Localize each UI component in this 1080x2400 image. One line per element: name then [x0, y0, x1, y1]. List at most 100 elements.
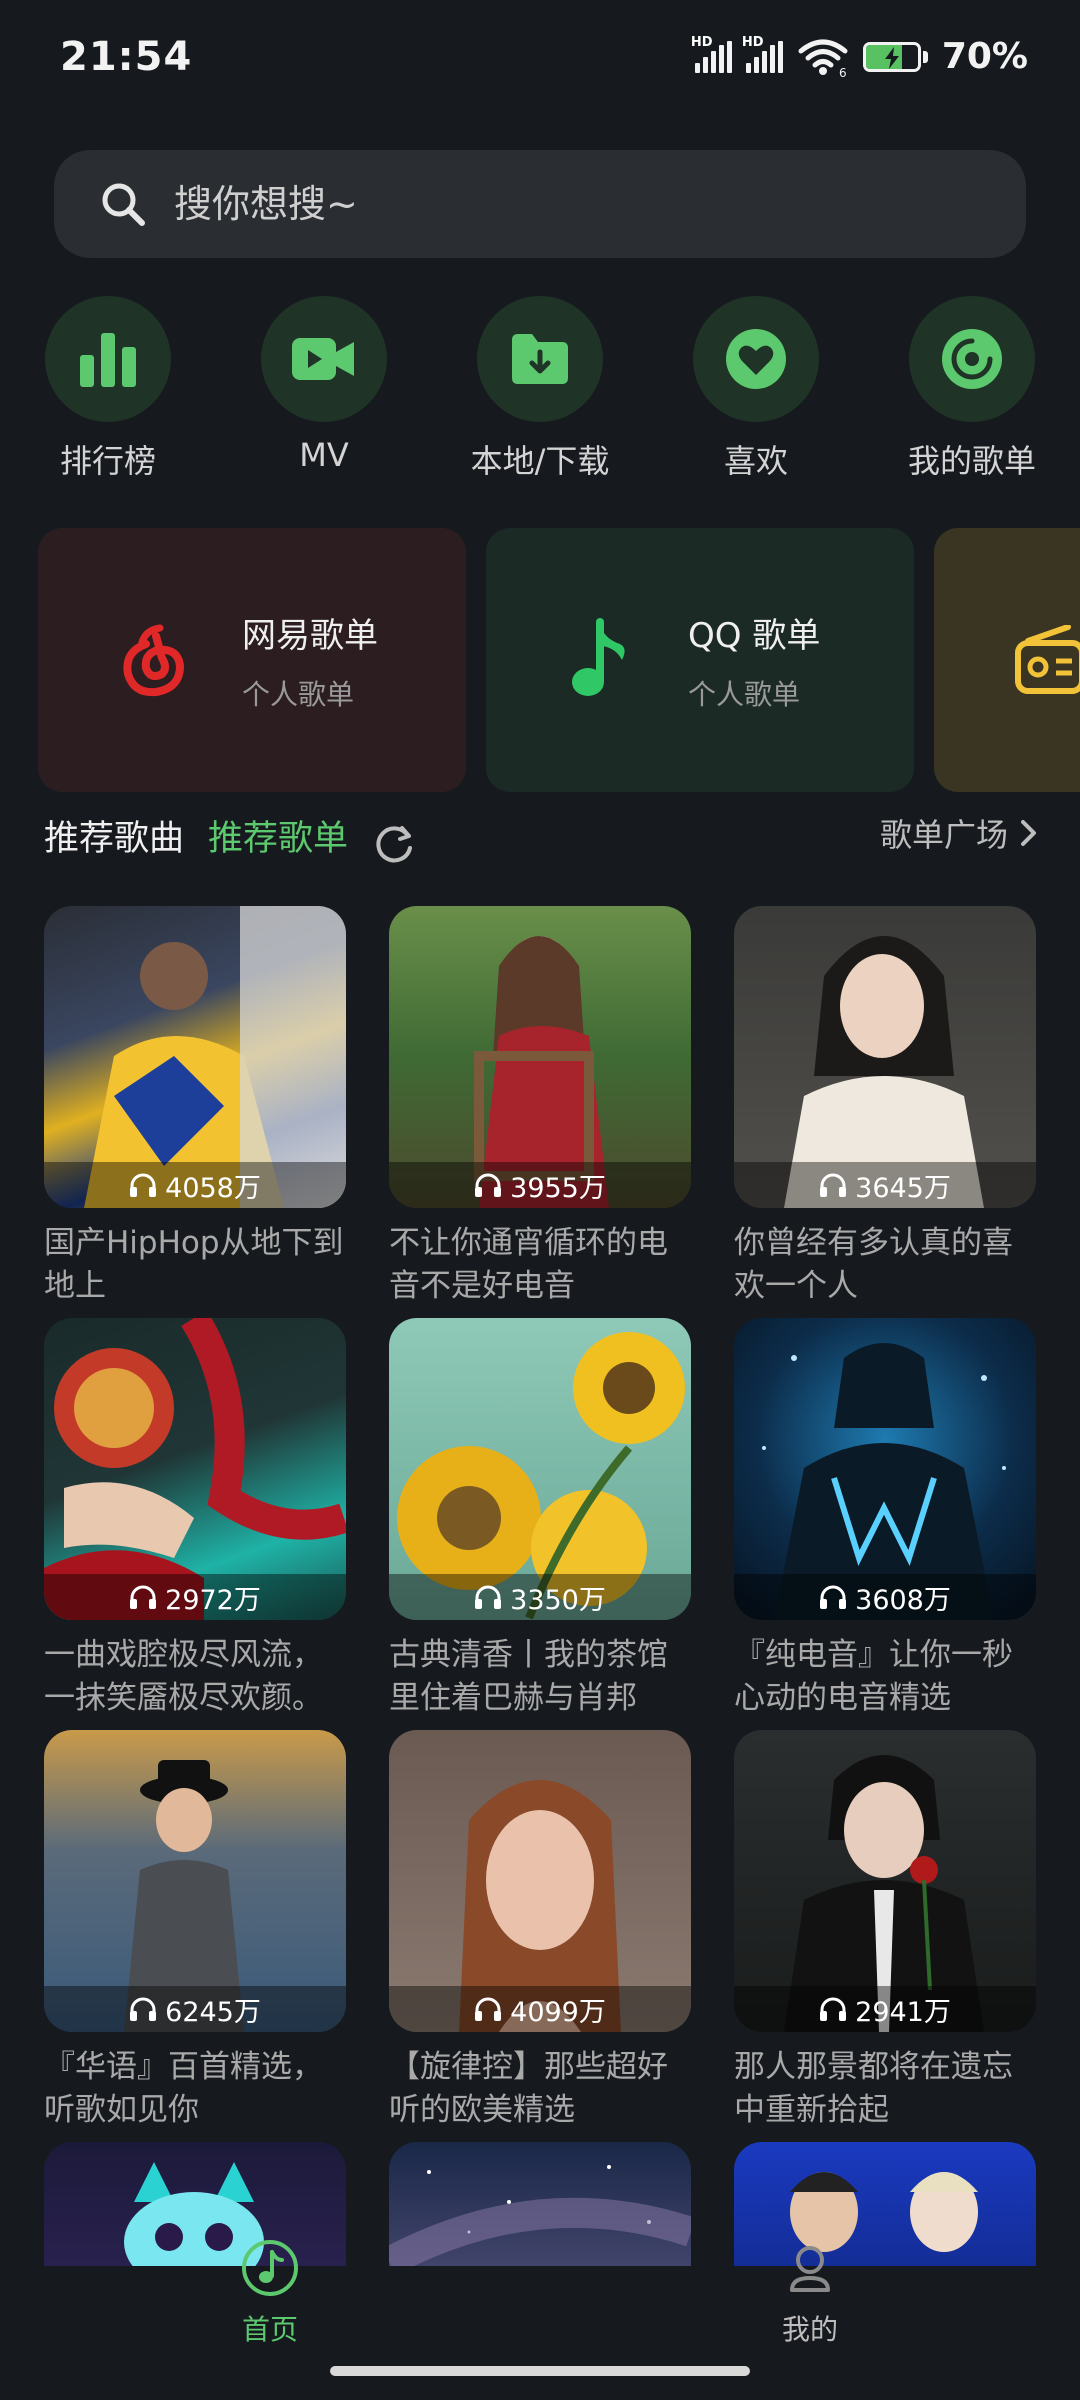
playlist-cover: 3608万 [734, 1318, 1036, 1620]
folder-download-icon [512, 334, 568, 384]
playlist-card[interactable]: 2941万 那人那景都将在遗忘中重新拾起 [734, 1730, 1036, 2132]
quick-label: 排行榜 [59, 442, 156, 480]
playlist-cover: 3645万 [734, 906, 1036, 1208]
playlist-plaza-link[interactable]: 歌单广场 [880, 810, 1038, 856]
chevron-right-icon [1021, 820, 1036, 846]
playlist-title: 国产HipHop从地下到地上 [44, 1225, 344, 1304]
section-header: 推荐歌曲 推荐歌单 歌单广场 [0, 810, 1080, 870]
playlist-cover: 4099万 [389, 1730, 691, 2032]
play-count: 2972万 [165, 1584, 261, 1616]
headphones-icon [820, 1997, 847, 2021]
battery-icon [862, 41, 928, 72]
playlist-cover: 4058万 [44, 906, 346, 1208]
tab-recommended-playlists[interactable]: 推荐歌单 [208, 810, 348, 861]
playlist-card[interactable]: 3350万 古典清香丨我的茶馆里住着巴赫与肖邦 [389, 1318, 691, 1720]
qq-playlist-card[interactable]: QQ 歌单 个人歌单 [486, 528, 914, 792]
music-disc-icon [242, 2240, 298, 2296]
playlist-title: 古典清香丨我的茶馆里住着巴赫与肖邦 [389, 1637, 668, 1716]
quick-label: 喜欢 [723, 442, 788, 480]
playlist-title: 『华语』百首精选，听歌如见你 [44, 2049, 323, 2128]
quick-icon-circle [45, 296, 171, 422]
playlist-card[interactable]: 4058万 国产HipHop从地下到地上 [44, 906, 346, 1308]
quick-my-playlist[interactable]: 我的歌单 [864, 296, 1080, 482]
quick-mv[interactable]: MV [216, 296, 432, 474]
play-count-strip: 6245万 [44, 1986, 346, 2032]
hd-label: HD [741, 34, 764, 50]
quick-label: 我的歌单 [907, 442, 1036, 480]
wifi-badge: 6 [839, 66, 847, 77]
radio-icon [1015, 625, 1080, 694]
nav-home[interactable]: 首页 [170, 2238, 370, 2348]
playlist-grid: 4058万 国产HipHop从地下到地上 3955万 不让你通宵循环的电音不是好… [0, 906, 1080, 2266]
play-count-strip: 4099万 [389, 1986, 691, 2032]
playlist-card[interactable]: 2972万 一曲戏腔极尽风流，一抹笑靥极尽欢颜。 [44, 1318, 346, 1720]
status-icons: HD HD 6 70% [691, 35, 1028, 78]
play-count-strip: 4058万 [44, 1162, 346, 1208]
source-subtitle: 个人歌单 [688, 677, 801, 711]
play-count: 4099万 [510, 1996, 606, 2028]
playlist-card[interactable]: 3955万 不让你通宵循环的电音不是好电音 [389, 906, 691, 1308]
playlist-card[interactable]: 3608万 『纯电音』让你一秒心动的电音精选 [734, 1318, 1036, 1720]
disc-icon [942, 329, 1002, 389]
radio-card[interactable] [934, 528, 1080, 792]
bar-chart-icon [80, 333, 136, 387]
video-icon [292, 338, 354, 380]
playlist-title: 『纯电音』让你一秒心动的电音精选 [734, 1637, 1013, 1716]
nav-mine[interactable]: 我的 [710, 2238, 910, 2348]
playlist-card[interactable]: 4099万 【旋律控】那些超好听的欧美精选 [389, 1730, 691, 2132]
playlist-title: 一曲戏腔极尽风流，一抹笑靥极尽欢颜。 [44, 1637, 323, 1716]
playlist-cover: 3955万 [389, 906, 691, 1208]
nav-home-label: 首页 [241, 2313, 298, 2346]
tab-recommended-songs[interactable]: 推荐歌曲 [44, 810, 184, 861]
cellular-signal-icon: HD [691, 35, 732, 73]
headphones-icon [820, 1173, 847, 1197]
quick-rank[interactable]: 排行榜 [0, 296, 216, 482]
wifi-icon: 6 [798, 39, 848, 77]
playlist-title: 你曾经有多认真的喜欢一个人 [734, 1225, 1013, 1304]
quick-actions: 排行榜 MV 本地/下载 喜欢 我的歌单 [0, 296, 1080, 486]
play-count: 3608万 [855, 1584, 951, 1616]
cellular-signal-icon: HD [742, 35, 783, 73]
search-bar[interactable] [54, 150, 1026, 258]
search-input[interactable] [174, 182, 954, 226]
quick-icon-circle [909, 296, 1035, 422]
quick-local[interactable]: 本地/下载 [432, 296, 648, 482]
profile-icon [790, 2246, 830, 2292]
search-icon [102, 183, 145, 226]
play-count-strip: 3955万 [389, 1162, 691, 1208]
playlist-card[interactable] [389, 2142, 691, 2266]
headphones-icon [475, 1997, 502, 2021]
quick-icon-circle [477, 296, 603, 422]
playlist-card[interactable]: 3645万 你曾经有多认真的喜欢一个人 [734, 906, 1036, 1308]
heart-icon [726, 329, 786, 389]
headphones-icon [820, 1585, 847, 1609]
quick-icon-circle [261, 296, 387, 422]
home-indicator[interactable] [330, 2366, 750, 2376]
play-count-strip: 3608万 [734, 1574, 1036, 1620]
quick-icon-circle [693, 296, 819, 422]
netease-playlist-card[interactable]: 网易歌单 个人歌单 [38, 528, 466, 792]
playlist-card[interactable]: 6245万 『华语』百首精选，听歌如见你 [44, 1730, 346, 2132]
nav-mine-label: 我的 [781, 2313, 838, 2346]
playlist-cover [389, 2142, 691, 2266]
source-title: 网易歌单 [242, 615, 378, 656]
music-note-icon [572, 618, 625, 696]
playlist-cover: 2941万 [734, 1730, 1036, 2032]
play-count: 3645万 [855, 1172, 951, 1204]
play-count-strip: 3645万 [734, 1162, 1036, 1208]
netease-logo-icon [123, 624, 184, 697]
headphones-icon [130, 1997, 157, 2021]
bottom-navigation: 首页 我的 [0, 2240, 1080, 2400]
play-count: 6245万 [165, 1996, 261, 2028]
playlist-sources: 网易歌单 个人歌单 QQ 歌单 个人歌单 [0, 528, 1080, 792]
play-count: 3955万 [510, 1172, 606, 1204]
play-count-strip: 3350万 [389, 1574, 691, 1620]
battery-percent: 70% [941, 36, 1028, 77]
plaza-label: 歌单广场 [879, 816, 1008, 854]
refresh-icon[interactable] [372, 822, 416, 866]
playlist-title: 那人那景都将在遗忘中重新拾起 [734, 2049, 1013, 2128]
quick-like[interactable]: 喜欢 [648, 296, 864, 482]
playlist-cover: 6245万 [44, 1730, 346, 2032]
playlist-cover: 2972万 [44, 1318, 346, 1620]
playlist-cover: 3350万 [389, 1318, 691, 1620]
